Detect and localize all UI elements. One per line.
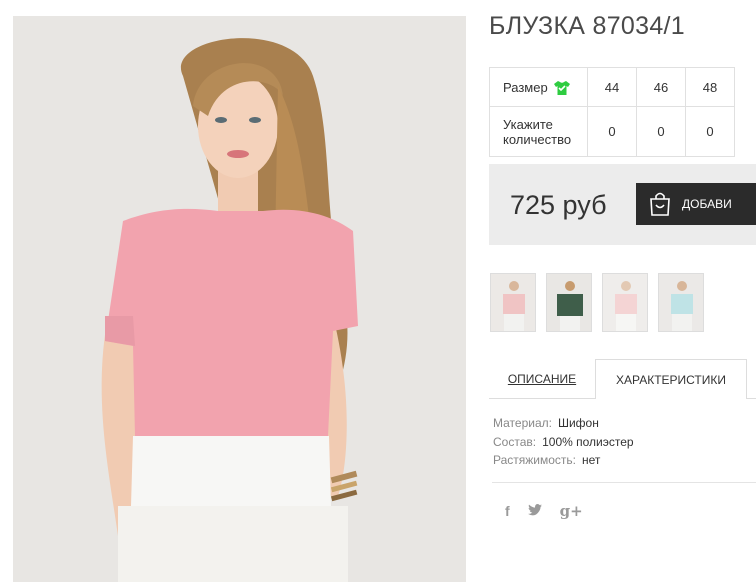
size-row: Размер 44 46 48 xyxy=(489,67,735,107)
spec-key: Состав: xyxy=(493,434,537,449)
product-title: БЛУЗКА 87034/1 xyxy=(489,12,685,40)
tab-description[interactable]: ОПИСАНИЕ xyxy=(489,359,595,399)
product-tabs: ОПИСАНИЕ ХАРАКТЕРИСТИКИ xyxy=(489,359,756,399)
spec-row: Растяжимость: нет xyxy=(493,451,634,470)
quantity-label-line1: Укажите xyxy=(503,116,553,132)
spec-value: 100% полиэстер xyxy=(542,434,634,449)
product-main-image[interactable] xyxy=(13,16,466,582)
quantity-label-line2: количество xyxy=(503,131,572,147)
spec-value: Шифон xyxy=(557,416,599,430)
size-value: 48 xyxy=(685,67,735,107)
size-value: 46 xyxy=(636,67,686,107)
spec-row: Материал: Шифон xyxy=(493,414,634,433)
section-divider xyxy=(492,482,756,483)
quantity-input[interactable]: 0 xyxy=(587,106,637,157)
quantity-label: Укажите количество xyxy=(489,106,588,157)
tab-characteristics[interactable]: ХАРАКТЕРИСТИКИ xyxy=(595,359,747,399)
shopping-bag-icon xyxy=(648,191,672,217)
thumbnail-4[interactable] xyxy=(658,273,704,332)
spec-row: Состав: 100% полиэстер xyxy=(493,433,634,452)
price-panel: 725 руб ДОБАВИ xyxy=(489,164,756,245)
size-label-cell: Размер xyxy=(489,67,588,107)
add-to-cart-button[interactable]: ДОБАВИ xyxy=(636,183,756,225)
twitter-icon[interactable] xyxy=(527,503,542,519)
product-price: 725 руб xyxy=(510,190,607,220)
size-label: Размер xyxy=(503,79,548,95)
spec-key: Материал: xyxy=(493,416,552,430)
tabs-underline xyxy=(489,398,595,399)
add-to-cart-label: ДОБАВИ xyxy=(682,197,732,211)
tabs-underline xyxy=(747,398,756,399)
tshirt-size-icon[interactable] xyxy=(553,80,570,95)
spec-value: нет xyxy=(582,453,601,467)
quantity-input[interactable]: 0 xyxy=(685,106,735,157)
spec-key: Растяжимость: xyxy=(493,453,577,467)
characteristics-list: Материал: Шифон Состав: 100% полиэстер Рас… xyxy=(493,414,634,470)
facebook-icon[interactable]: f xyxy=(505,503,510,519)
thumbnail-2[interactable] xyxy=(546,273,592,332)
thumbnail-3[interactable] xyxy=(602,273,648,332)
social-share: f g+ xyxy=(505,502,583,520)
google-plus-icon[interactable]: g+ xyxy=(560,502,583,520)
quantity-input[interactable]: 0 xyxy=(636,106,686,157)
size-value: 44 xyxy=(587,67,637,107)
size-quantity-table: Размер 44 46 48 Укажите количество 0 0 0 xyxy=(489,67,735,157)
thumbnail-1[interactable] xyxy=(490,273,536,332)
quantity-row: Укажите количество 0 0 0 xyxy=(489,106,735,157)
